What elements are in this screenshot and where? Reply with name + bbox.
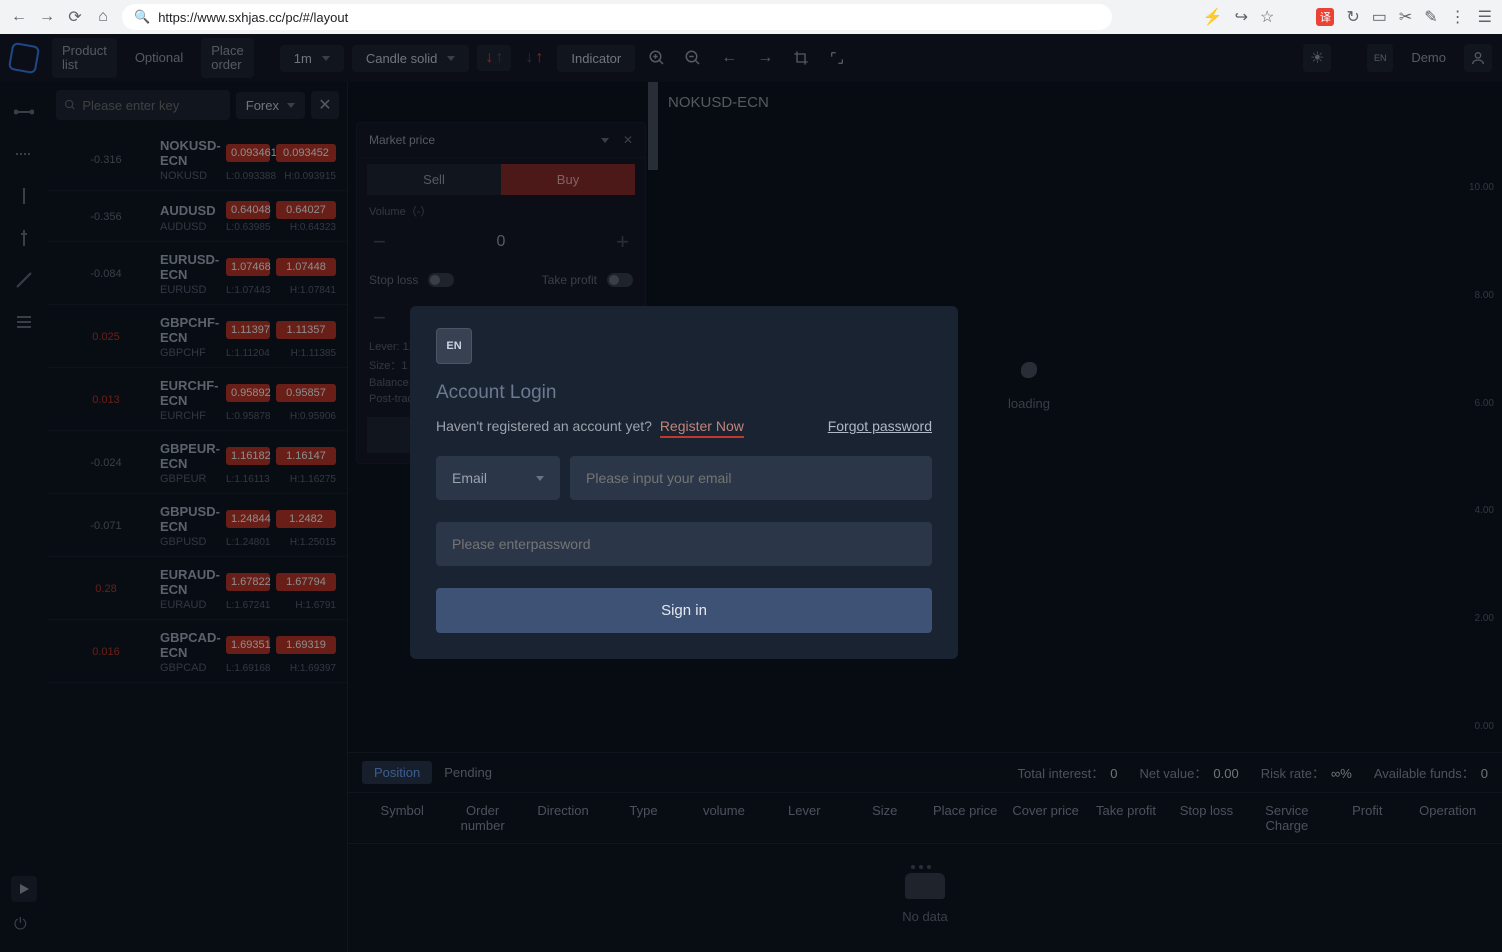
modal-title: Account Login (436, 382, 932, 404)
forward-icon[interactable]: → (38, 8, 56, 26)
home-icon[interactable]: ⌂ (94, 8, 112, 26)
bolt-icon[interactable]: ⚡ (1203, 7, 1223, 27)
url-bar[interactable]: 🔍 https://www.sxhjas.cc/pc/#/layout (122, 4, 1112, 30)
password-field[interactable] (436, 522, 932, 566)
language-badge[interactable]: EN (436, 328, 472, 364)
url-text: https://www.sxhjas.cc/pc/#/layout (158, 10, 348, 25)
scissors-icon[interactable]: ✂ (1399, 7, 1412, 27)
register-link[interactable]: Register Now (660, 418, 744, 438)
history-icon[interactable]: ↻ (1346, 7, 1359, 27)
forgot-password-link[interactable]: Forgot password (828, 418, 932, 434)
browser-toolbar: ← → ⟳ ⌂ 🔍 https://www.sxhjas.cc/pc/#/lay… (0, 0, 1502, 34)
register-prompt: Haven't registered an account yet? (436, 418, 652, 434)
search-icon: 🔍 (134, 9, 150, 25)
favorite-icon[interactable]: ☆ (1260, 7, 1274, 27)
edit-icon[interactable]: ✎ (1424, 7, 1437, 27)
id-type-dropdown[interactable]: Email (436, 456, 560, 500)
hamburger-icon[interactable]: ☰ (1478, 7, 1492, 27)
kebab-icon[interactable]: ⋮ (1450, 7, 1466, 27)
reload-icon[interactable]: ⟳ (66, 8, 84, 26)
login-modal: EN Account Login Haven't registered an a… (410, 306, 958, 659)
translate-ext-icon[interactable]: 译 (1316, 8, 1334, 26)
chevron-down-icon (536, 476, 544, 481)
share-icon[interactable]: ↪ (1235, 7, 1248, 27)
signin-button[interactable]: Sign in (436, 588, 932, 633)
reader-icon[interactable]: ▭ (1372, 7, 1387, 27)
back-icon[interactable]: ← (10, 8, 28, 26)
email-field[interactable] (570, 456, 932, 500)
